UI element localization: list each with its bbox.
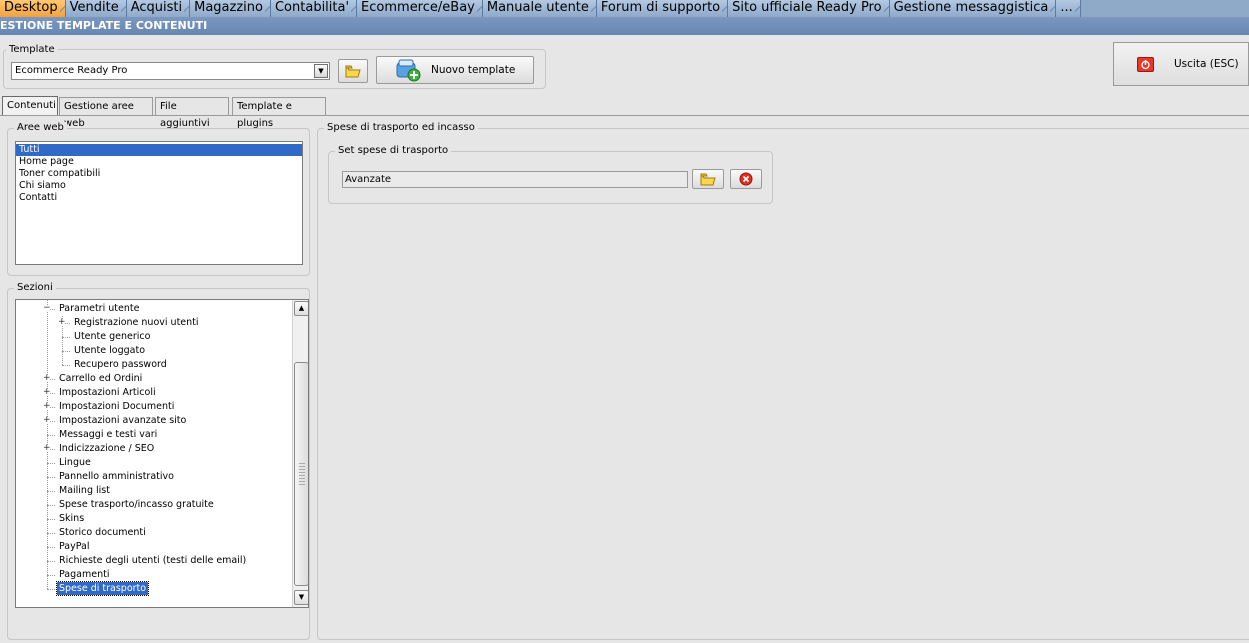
tree-item[interactable]: PayPal — [57, 540, 92, 554]
tree-item[interactable]: Spese di trasporto — [55, 581, 150, 596]
tree-line — [47, 477, 55, 478]
tree-item[interactable]: Pannello amministrativo — [57, 470, 176, 484]
delete-icon — [739, 172, 753, 186]
aree-web-group: Aree web Tutti Home page Toner compatibili… — [7, 122, 310, 276]
template-group: Template Ecommerce Ready Pro ▼ Nuovo tem… — [3, 44, 546, 89]
exit-label: Uscita (ESC) — [1174, 58, 1239, 70]
menu-item[interactable]: Vendite — [65, 0, 127, 17]
set-spese-label: Set spese di trasporto — [335, 145, 452, 157]
tree-item[interactable]: Indicizzazione / SEO — [57, 442, 156, 456]
aree-web-label: Aree web — [14, 122, 67, 134]
browse-template-button[interactable] — [338, 59, 368, 83]
tree-item[interactable]: Impostazioni Articoli — [57, 386, 158, 400]
menu-item[interactable]: Acquisti — [126, 0, 191, 17]
tab-file-aggiuntivi[interactable]: File aggiuntivi — [155, 97, 229, 129]
tree-line — [47, 463, 55, 464]
spese-panel-label: Spese di trasporto ed incasso — [324, 122, 478, 134]
clear-set-button[interactable] — [730, 169, 762, 189]
tree-item[interactable]: Registrazione nuovi utenti — [72, 316, 201, 330]
tree-item[interactable]: Recupero password — [72, 358, 169, 372]
tab-label: Contenuti — [7, 100, 56, 111]
tree-line — [47, 491, 55, 492]
tab-contenuti[interactable]: Contenuti — [2, 96, 58, 116]
expand-icon[interactable]: + — [43, 402, 51, 411]
tab-gestione-aree-web[interactable]: Gestione aree web — [59, 97, 153, 129]
set-spese-field[interactable]: Avanzate — [342, 171, 688, 188]
tree-line — [47, 519, 55, 520]
sezioni-tree[interactable]: − Parametri utente + Registrazione nuovi ut… — [15, 299, 309, 608]
tree-line — [47, 533, 55, 534]
menu-item[interactable]: Manuale utente — [482, 0, 597, 17]
list-item[interactable]: Tutti — [16, 144, 302, 156]
tree-item[interactable]: Impostazioni avanzate sito — [57, 414, 188, 428]
tree-line — [47, 505, 55, 506]
arrow-down-icon[interactable]: ▼ — [294, 590, 308, 605]
menu-item[interactable]: Gestione messaggistica — [889, 0, 1057, 17]
sezioni-label: Sezioni — [14, 282, 56, 294]
main-menu-bar: Desktop Vendite Acquisti Magazzino Contabili… — [0, 0, 1249, 17]
window-title: ESTIONE TEMPLATE E CONTENUTI — [0, 17, 1249, 35]
expand-icon[interactable]: + — [43, 444, 51, 453]
collapse-icon[interactable]: − — [43, 304, 51, 313]
menu-item[interactable]: Ecommerce/eBay — [357, 0, 483, 17]
expand-icon[interactable]: + — [43, 416, 51, 425]
scrollbar-thumb[interactable] — [294, 362, 308, 586]
tree-line — [62, 337, 70, 338]
tree-item[interactable]: Skins — [57, 512, 86, 526]
expand-icon[interactable]: + — [43, 388, 51, 397]
tree-item[interactable]: Pagamenti — [57, 568, 111, 582]
menu-item[interactable]: Contabilita' — [270, 0, 358, 17]
tab-template-plugins[interactable]: Template e plugins — [232, 97, 326, 129]
list-item[interactable]: Toner compatibili — [16, 168, 302, 180]
tree-item[interactable]: Richieste degli utenti (testi delle emai… — [57, 554, 248, 568]
menu-item[interactable]: Forum di supporto — [596, 0, 729, 17]
tree-line — [47, 561, 55, 562]
spese-panel: Spese di trasporto ed incasso Set spese … — [317, 122, 1249, 640]
tree-item[interactable]: Carrello ed Ordini — [57, 372, 144, 386]
new-template-label: Nuovo template — [431, 64, 516, 76]
tree-item[interactable]: Utente generico — [72, 330, 152, 344]
expand-icon[interactable]: + — [58, 318, 66, 327]
template-select-value: Ecommerce Ready Pro — [15, 65, 128, 76]
browse-set-button[interactable] — [692, 169, 724, 189]
menu-item[interactable]: Sito ufficiale Ready Pro — [728, 0, 891, 17]
tree-line — [62, 365, 70, 366]
tree-item[interactable]: Impostazioni Documenti — [57, 400, 176, 414]
tree-line — [47, 547, 55, 548]
chevron-down-icon[interactable]: ▼ — [314, 64, 328, 78]
template-select[interactable]: Ecommerce Ready Pro ▼ — [11, 62, 330, 80]
new-template-icon — [396, 59, 421, 82]
aree-web-list[interactable]: Tutti Home page Toner compatibili Chi siamo… — [15, 141, 303, 265]
template-group-label: Template — [6, 44, 58, 56]
tree-line — [47, 435, 55, 436]
grip-icon — [299, 463, 305, 485]
set-spese-group: Set spese di trasporto Avanzate — [328, 145, 773, 204]
sezioni-group: Sezioni − Parametri utente + Registrazione … — [7, 282, 310, 640]
tab-divider — [0, 115, 1249, 116]
power-icon — [1137, 56, 1154, 72]
tree-item[interactable]: Parametri utente — [57, 302, 141, 316]
sezioni-scrollbar[interactable]: ▲ ▼ — [292, 300, 308, 607]
tree-item[interactable]: Utente loggato — [72, 344, 147, 358]
list-item[interactable]: Home page — [16, 156, 302, 168]
tree-line — [62, 351, 70, 352]
tree-item[interactable]: Lingue — [57, 456, 93, 470]
folder-icon — [345, 65, 361, 77]
list-item[interactable]: Contatti — [16, 192, 302, 204]
tree-line — [47, 589, 55, 590]
tree-item[interactable]: Messaggi e testi vari — [57, 428, 159, 442]
arrow-up-icon[interactable]: ▲ — [294, 301, 308, 316]
tree-item[interactable]: Mailing list — [57, 484, 112, 498]
tree-item[interactable]: Storico documenti — [57, 526, 148, 540]
folder-icon — [700, 173, 716, 185]
menu-item[interactable]: Magazzino — [190, 0, 271, 17]
tree-item[interactable]: Spese trasporto/incasso gratuite — [57, 498, 216, 512]
menu-item[interactable]: Desktop — [0, 0, 66, 17]
menu-item[interactable]: ... — [1056, 0, 1082, 17]
tree-line — [47, 575, 55, 576]
exit-button[interactable]: Uscita (ESC) — [1113, 42, 1249, 86]
expand-icon[interactable]: + — [43, 374, 51, 383]
new-template-button[interactable]: Nuovo template — [376, 56, 534, 84]
list-item[interactable]: Chi siamo — [16, 180, 302, 192]
